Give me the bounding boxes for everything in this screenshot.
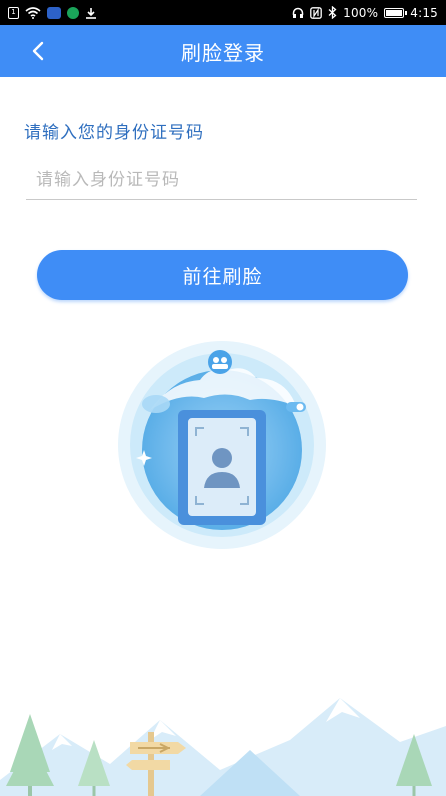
face-id-card-illustration — [118, 341, 326, 549]
headphones-icon — [292, 7, 304, 19]
go-face-scan-button[interactable]: 前往刷脸 — [37, 250, 408, 300]
page-title: 刷脸登录 — [181, 40, 265, 65]
chevron-left-icon — [32, 41, 44, 61]
download-icon — [85, 7, 97, 19]
status-bar: 1 100% 4:15 — [0, 0, 446, 25]
message-app-icon — [47, 6, 61, 19]
mountain-landscape-illustration — [0, 698, 446, 796]
nav-bar: 刷脸登录 — [0, 25, 446, 77]
sim-icon: 1 — [8, 6, 19, 19]
clock: 4:15 — [410, 5, 438, 20]
wifi-icon — [25, 6, 41, 19]
back-button[interactable] — [22, 35, 54, 67]
battery-percent: 100% — [343, 5, 379, 20]
bluetooth-icon — [328, 6, 337, 19]
id-number-label: 请输入您的身份证号码 — [24, 123, 204, 143]
id-number-input[interactable] — [26, 160, 417, 200]
status-left: 1 — [8, 6, 97, 19]
chat-app-icon — [67, 6, 79, 19]
nfc-icon — [310, 6, 322, 19]
battery-icon — [384, 7, 408, 18]
status-right: 100% 4:15 — [292, 6, 438, 20]
